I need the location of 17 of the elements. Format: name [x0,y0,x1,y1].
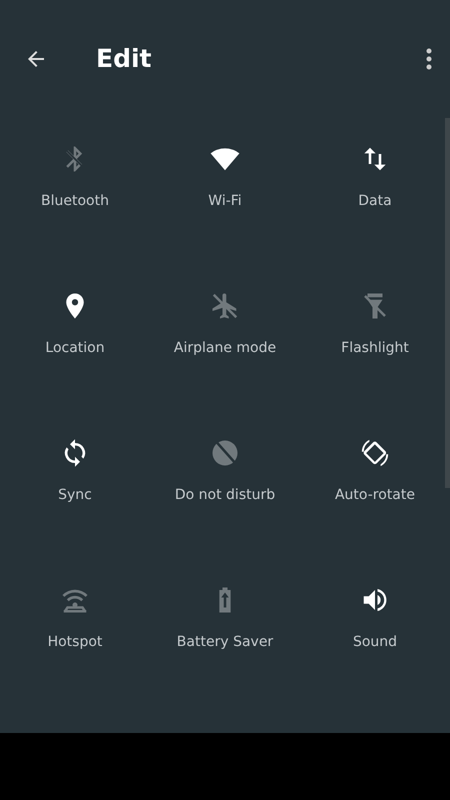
screen-title: Edit [96,43,152,76]
more-options-icon[interactable] [426,48,432,70]
tile-label[interactable]: Do not disturb [174,485,276,506]
rotate-icon[interactable] [360,438,390,468]
tile-label[interactable]: Flashlight [341,338,409,359]
tile-label[interactable]: Wi-Fi [208,191,242,212]
tile-label[interactable]: Battery Saver [176,632,274,653]
tile-label[interactable]: Auto-rotate [334,485,415,506]
tile-label[interactable]: Sync [58,485,92,506]
tile-label[interactable]: Data [358,191,392,212]
tile-label[interactable]: Airplane mode [174,338,276,359]
tile-label[interactable]: Hotspot [48,632,102,653]
tile-label[interactable]: Bluetooth [41,191,109,212]
do-not-disturb-icon[interactable] [210,438,240,468]
tile-label[interactable]: Sound [352,632,398,653]
airplane-icon[interactable] [210,291,240,321]
tile-label[interactable]: Location [45,338,105,359]
